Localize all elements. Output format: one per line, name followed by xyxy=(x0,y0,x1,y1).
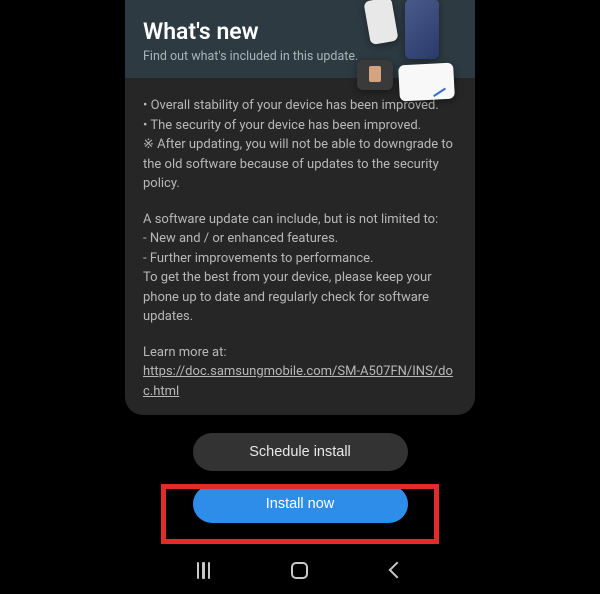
button-area: Schedule install Install now xyxy=(115,415,485,533)
release-notes-bullets: • Overall stability of your device has b… xyxy=(143,96,457,194)
recents-button[interactable] xyxy=(183,555,223,585)
back-icon xyxy=(388,562,405,579)
update-card: What's new Find out what's included in t… xyxy=(125,0,475,415)
whats-new-header: What's new Find out what's included in t… xyxy=(125,0,475,78)
release-notes-info: A software update can include, but is no… xyxy=(143,210,457,327)
home-icon xyxy=(291,562,308,579)
install-now-button[interactable]: Install now xyxy=(193,485,408,523)
learn-more-link[interactable]: https://doc.samsungmobile.com/SM-A507FN/… xyxy=(143,364,453,399)
home-button[interactable] xyxy=(280,555,320,585)
release-notes: • Overall stability of your device has b… xyxy=(125,78,475,415)
navigation-bar xyxy=(115,552,485,588)
mock-phone-icon xyxy=(363,0,398,45)
learn-more-section: Learn more at: https://doc.samsungmobile… xyxy=(143,343,457,402)
mock-phone-icon xyxy=(357,60,393,90)
learn-more-label: Learn more at: xyxy=(143,343,457,363)
decorative-phone-images xyxy=(337,2,467,97)
back-button[interactable] xyxy=(377,555,417,585)
schedule-install-button[interactable]: Schedule install xyxy=(193,433,408,471)
mock-phone-icon xyxy=(405,0,439,59)
recents-icon xyxy=(197,562,211,579)
phone-screen: What's new Find out what's included in t… xyxy=(115,0,485,594)
mock-tablet-icon xyxy=(398,63,455,102)
